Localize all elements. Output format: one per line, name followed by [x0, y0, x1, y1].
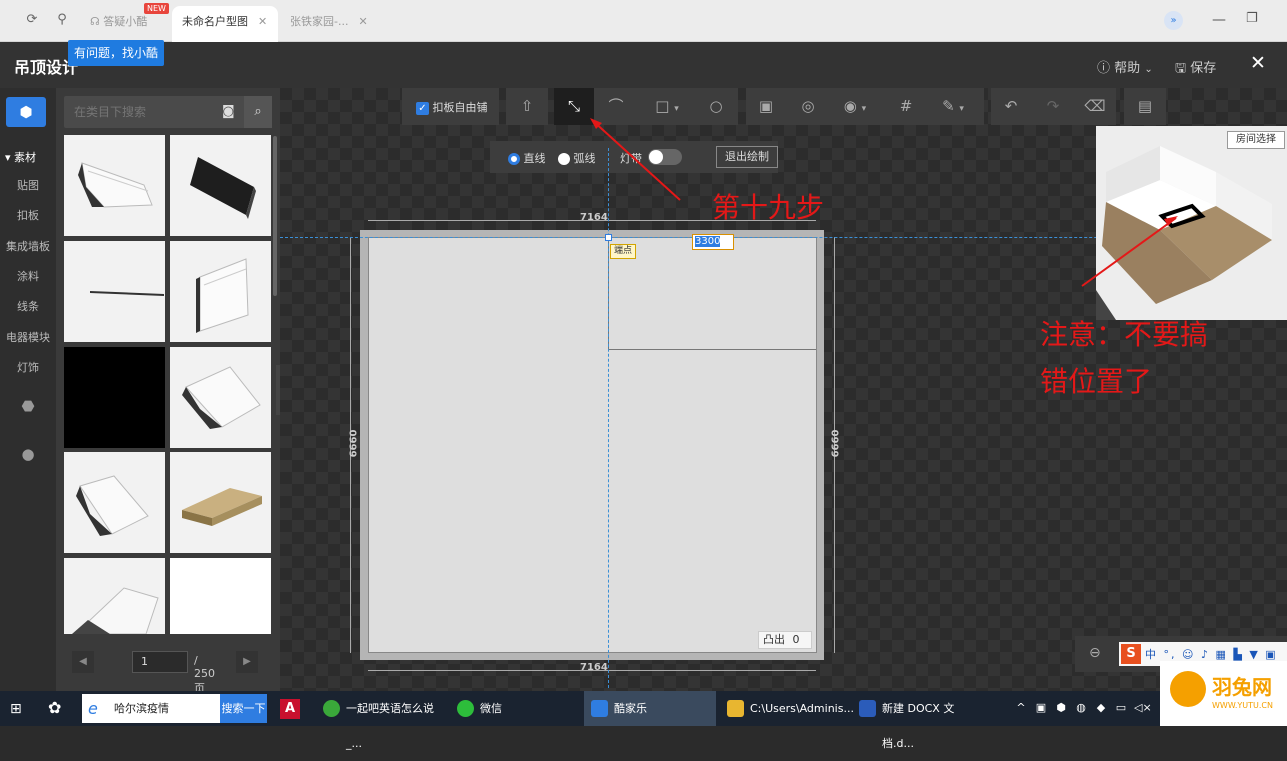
prev-page-button[interactable]: ◀	[72, 651, 94, 673]
close-icon[interactable]: ✕	[1250, 52, 1266, 74]
search-box: ◙ ⌕	[64, 96, 272, 128]
tray-app-icon[interactable]: ▣	[1034, 701, 1048, 715]
windows-start-icon[interactable]: ⊞	[10, 701, 22, 717]
thumb-thin-strip[interactable]	[64, 241, 165, 342]
thumb-white-tile[interactable]	[170, 558, 271, 634]
rail-item-texture[interactable]: 贴图	[0, 177, 56, 193]
browser-tab-bar: ⟳ ⚲ ☊ 答疑小酷 NEW 未命名户型图 ✕ 张铁家园-... ✕ » — ❐	[0, 0, 1287, 42]
chevron-down-icon: ⌄	[1144, 64, 1153, 75]
browser-icon	[323, 700, 340, 717]
search-input[interactable]	[64, 96, 224, 128]
refresh-icon[interactable]: ⟳	[24, 12, 40, 28]
user-icon[interactable]: ●	[0, 445, 56, 463]
task-explorer[interactable]: C:\Users\Adminis...	[720, 691, 854, 726]
watermark-url: WWW.YUTU.CN	[1212, 701, 1273, 710]
new-badge: NEW	[144, 3, 169, 14]
thumb-crown-molding-2[interactable]	[170, 347, 271, 448]
task-kujiale[interactable]: 酷家乐	[584, 691, 716, 726]
task-browser[interactable]: 一起吧英语怎么说_...	[316, 691, 444, 750]
tab-floorplan[interactable]: 未命名户型图 ✕	[172, 6, 278, 42]
tray-app2-icon[interactable]: ◆	[1094, 701, 1108, 715]
tab-label: 张铁家园-...	[290, 15, 349, 28]
close-icon[interactable]: ✕	[358, 15, 367, 28]
taskbar-search-input[interactable]: e 哈尔滨疫情	[82, 694, 220, 723]
tab-zhangtie[interactable]: 张铁家园-... ✕	[280, 6, 380, 42]
camera-icon[interactable]: ◙	[222, 104, 235, 119]
task-wechat[interactable]: 微信	[450, 691, 578, 726]
watermark-brand: 羽兔网	[1212, 675, 1272, 699]
rail-item-lighting[interactable]: 灯饰	[0, 359, 56, 375]
material-panel: ◙ ⌕ ◀ 1 / 250 页 ▶	[56, 88, 280, 695]
taskbar-search-button[interactable]: 搜索一下	[220, 694, 267, 723]
folder-icon	[727, 700, 744, 717]
save-icon: 🖫	[1175, 61, 1187, 76]
warning-annotation-line1: 注意：不要搞	[1040, 318, 1209, 351]
ie-icon: e	[88, 699, 98, 718]
autocad-icon[interactable]: A	[280, 699, 300, 719]
word-icon	[859, 700, 876, 717]
thumb-skirting-board[interactable]	[170, 241, 271, 342]
thumb-black-tile[interactable]	[64, 347, 165, 448]
volume-icon[interactable]: ◁×	[1134, 701, 1152, 715]
box-icon[interactable]: ⬣	[0, 397, 56, 415]
wechat-icon	[457, 700, 474, 717]
save-button[interactable]: 🖫 保存	[1175, 57, 1216, 81]
close-icon[interactable]: ✕	[258, 15, 267, 28]
section-header[interactable]: ▾ 素材	[0, 149, 56, 165]
thumb-crown-molding-3[interactable]	[64, 452, 165, 553]
s-app-icon[interactable]: ✿	[48, 698, 61, 717]
task-word[interactable]: 新建 DOCX 文档.d...	[852, 691, 982, 750]
rail-item-electrical[interactable]: 电器模块	[0, 329, 56, 345]
help-button[interactable]: ⓘ 帮助 ⌄	[1097, 57, 1153, 76]
step-annotation: 第十九步	[712, 191, 825, 224]
rabbit-logo-icon	[1170, 671, 1206, 707]
headset-icon: ☊	[90, 15, 100, 28]
link-icon[interactable]: ⚲	[54, 12, 70, 28]
scrollbar[interactable]	[273, 136, 277, 296]
design-canvas[interactable]: ✓ 扣板自由铺 ⇧ ⤡ ⌒ □ ▾ ○ ▣ ◎ ◉ ▾ # ✎ ▾ ↶ ↷ ⌫ …	[280, 88, 1287, 691]
thumb-black-panel[interactable]	[170, 135, 271, 236]
thumb-wood-plank[interactable]	[170, 452, 271, 553]
battery-icon[interactable]: ▭	[1114, 701, 1128, 715]
rail-item-panel[interactable]: 扣板	[0, 207, 56, 223]
warning-annotation-line2: 错位置了	[1040, 365, 1153, 398]
expand-icon[interactable]: »	[1164, 11, 1183, 30]
kujiale-icon	[591, 700, 608, 717]
rail-item-paint[interactable]: 涂料	[0, 268, 56, 284]
help-tooltip: 有问题，找小酷	[68, 40, 164, 66]
rail-item-lines[interactable]: 线条	[0, 298, 56, 314]
restore-icon[interactable]: ❐	[1246, 11, 1258, 26]
tab-label: 未命名户型图	[182, 15, 248, 28]
next-page-button[interactable]: ▶	[236, 651, 258, 673]
page-input[interactable]: 1	[132, 651, 188, 673]
windows-taskbar: ⊞ ✿ e 哈尔滨疫情 搜索一下 A 一起吧英语怎么说_... 微信 酷家乐 C…	[0, 661, 1287, 750]
thumb-crown-molding[interactable]	[64, 135, 165, 236]
thumb-cornice-profile[interactable]	[64, 558, 165, 635]
minimize-icon[interactable]: —	[1212, 12, 1226, 28]
page-total: / 250 页	[194, 654, 215, 695]
rail-item-wallboard[interactable]: 集成墙板	[0, 238, 56, 254]
question-icon: ⓘ	[1097, 61, 1111, 76]
app-header: 吊顶设计 ⓘ 帮助 ⌄ 🖫 保存 ✕	[0, 42, 1287, 88]
tray-shield-icon[interactable]: ⬢	[1054, 701, 1068, 715]
tray-wechat-icon[interactable]: ◍	[1074, 701, 1088, 715]
tray-expand-icon[interactable]: ^	[1014, 701, 1028, 715]
watermark-logo: 羽兔网 WWW.YUTU.CN	[1160, 661, 1287, 726]
category-rail: ⬢ ▾ 素材 贴图 扣板 集成墙板 涂料 线条 电器模块 灯饰 ⬣ ●	[0, 88, 56, 691]
cube-icon[interactable]: ⬢	[6, 97, 46, 127]
search-icon[interactable]: ⌕	[244, 96, 272, 128]
